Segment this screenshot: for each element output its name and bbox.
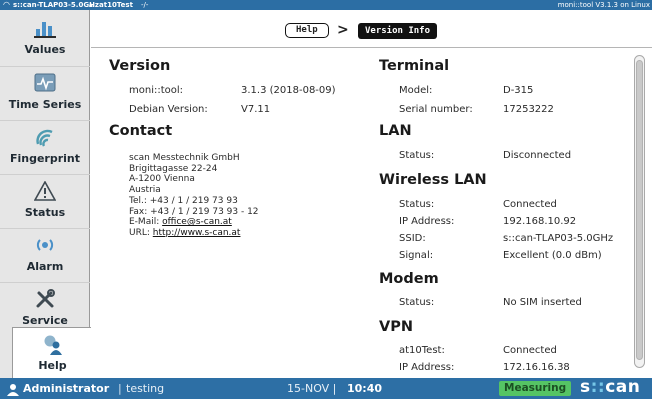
vpn-heading: VPN: [379, 319, 413, 335]
sidebar-item-label: Status: [24, 206, 66, 219]
warning-icon: [0, 179, 90, 203]
wlan-value: Excellent (0.0 dBm): [503, 250, 602, 261]
sidebar-item-help[interactable]: Help: [12, 327, 91, 380]
wlan-value: 192.168.10.92: [503, 216, 577, 227]
breadcrumb: Help > Version Info: [91, 10, 652, 48]
date: 15-NOV |: [287, 382, 337, 395]
wifi-ssid: s::can-TLAP03-5.0GHz: [13, 1, 100, 9]
sidebar-item-values[interactable]: Values: [0, 12, 90, 65]
sidebar-item-label: Time Series: [8, 98, 82, 111]
scrollbar[interactable]: [634, 55, 645, 368]
sidebar-item-label: Values: [24, 43, 66, 56]
modem-key: Status:: [399, 297, 435, 308]
logo-prefix: s: [580, 377, 591, 397]
bottom-status-bar: Administrator | testing 15-NOV | 10:40 M…: [0, 377, 652, 399]
contact-url-line: URL: http://www.s-can.at: [129, 228, 259, 239]
time-series-icon: [0, 71, 90, 95]
version-value: V7.11: [241, 104, 271, 115]
contact-line: Tel.: +43 / 1 / 219 73 93: [129, 195, 238, 206]
network-icon: -/-: [141, 1, 149, 9]
lan-heading: LAN: [379, 123, 412, 139]
terminal-value: D-315: [503, 85, 534, 96]
version-key: Debian Version:: [129, 104, 208, 115]
version-key: moni::tool:: [129, 85, 184, 96]
wlan-value: s::can-TLAP03-5.0GHz: [503, 233, 614, 244]
fingerprint-icon: [0, 125, 90, 149]
terminal-heading: Terminal: [379, 58, 450, 74]
wlan-key: IP Address:: [399, 216, 455, 227]
contact-line: Austria: [129, 185, 161, 196]
sidebar-item-fingerprint[interactable]: Fingerprint: [0, 121, 90, 174]
wlan-value: Connected: [503, 199, 557, 210]
website-link[interactable]: http://www.s-can.at: [153, 228, 241, 238]
terminal-key: Model:: [399, 85, 433, 96]
user-role[interactable]: Administrator: [23, 378, 109, 399]
sidebar: Values Time Series Fingerprint Status Al…: [0, 10, 91, 380]
contact-line: scan Messtechnik GmbH: [129, 153, 240, 163]
lan-value: Disconnected: [503, 150, 572, 161]
vpn-value: Connected: [503, 345, 557, 356]
vpn-key: at10Test:: [399, 345, 445, 356]
tools-icon: [0, 287, 90, 311]
contact-address: scan Messtechnik GmbH Brigittagasse 22-2…: [129, 153, 259, 239]
sidebar-item-alarm[interactable]: Alarm: [0, 229, 90, 282]
terminal-value: 17253222: [503, 104, 554, 115]
logo-colons: ::: [590, 377, 606, 397]
logo-suffix: can: [605, 377, 641, 397]
modem-heading: Modem: [379, 271, 439, 287]
breadcrumb-help[interactable]: Help: [285, 23, 329, 38]
lan-key: Status:: [399, 150, 435, 161]
wlan-key: Status:: [399, 199, 435, 210]
sidebar-item-time-series[interactable]: Time Series: [0, 67, 90, 120]
alarm-icon: [0, 233, 90, 257]
user-icon: [7, 382, 19, 396]
sidebar-item-status[interactable]: Status: [0, 175, 90, 228]
version-info-panel: Version moni::tool: 3.1.3 (2018-08-09) D…: [91, 49, 637, 378]
sidebar-item-label: Alarm: [26, 260, 64, 273]
vpn-key: IP Address:: [399, 362, 455, 373]
sidebar-item-label: Service: [22, 314, 68, 327]
bar-chart-icon: [0, 16, 90, 40]
version-heading: Version: [109, 58, 171, 74]
time: 10:40: [347, 382, 383, 395]
contact-line: Fax: +43 / 1 / 219 73 93 - 12: [129, 206, 259, 217]
sidebar-item-label: Fingerprint: [9, 152, 81, 165]
breadcrumb-separator: >: [337, 22, 349, 38]
help-icon: [13, 332, 92, 356]
contact-heading: Contact: [109, 123, 173, 139]
top-status-bar: ◠ s::can-TLAP03-5.0GHz 🔒︎ at10Test -/- m…: [0, 0, 652, 10]
modem-value: No SIM inserted: [503, 297, 582, 308]
wireless-lan-heading: Wireless LAN: [379, 172, 487, 188]
scan-logo: s::can: [580, 377, 640, 398]
contact-line: A-1200 Vienna: [129, 174, 195, 185]
email-link[interactable]: office@s-can.at: [162, 217, 232, 227]
terminal-key: Serial number:: [399, 104, 473, 115]
url-label: URL:: [129, 227, 150, 238]
email-label: E-Mail:: [129, 217, 160, 228]
wlan-key: Signal:: [399, 250, 434, 261]
scrollbar-thumb[interactable]: [636, 60, 643, 360]
app-version: moni::tool V3.1.3 on Linux: [557, 1, 650, 9]
version-value: 3.1.3 (2018-08-09): [241, 85, 336, 96]
measuring-status-badge[interactable]: Measuring: [499, 381, 572, 396]
breadcrumb-current: Version Info: [358, 23, 438, 39]
wifi-icon: ◠: [3, 0, 10, 9]
logged-user: at10Test: [99, 1, 133, 9]
sidebar-item-label: Help: [38, 359, 67, 372]
contact-line: Brigittagasse 22-24: [129, 163, 218, 174]
user-name: testing: [126, 382, 165, 395]
separator: |: [118, 382, 122, 395]
wlan-key: SSID:: [399, 233, 426, 244]
vpn-value: 172.16.16.38: [503, 362, 570, 373]
contact-email-line: E-Mail: office@s-can.at: [129, 217, 259, 228]
lock-icon: 🔒︎: [89, 1, 93, 9]
